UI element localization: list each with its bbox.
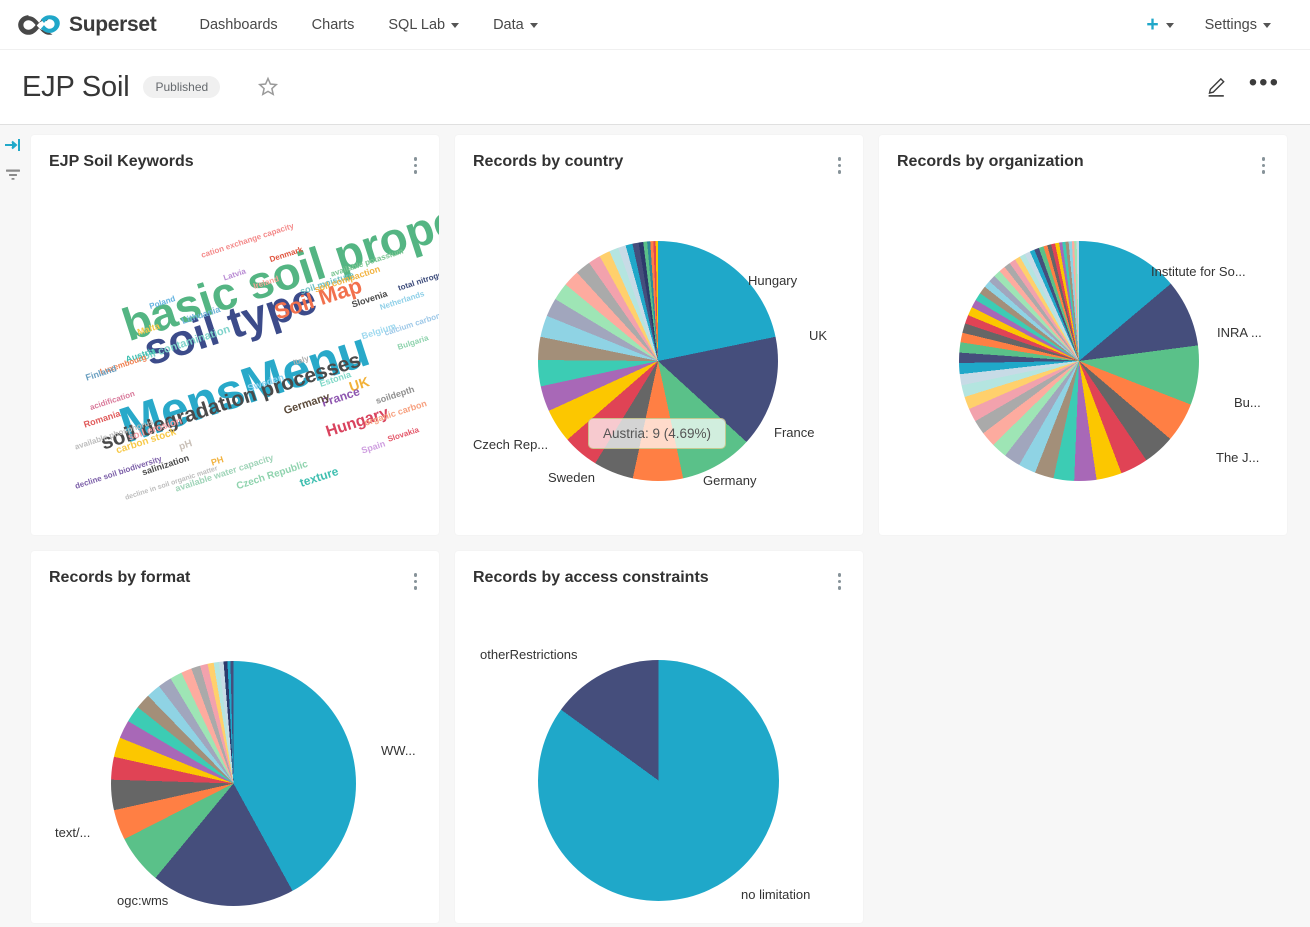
more-vertical-icon[interactable] bbox=[412, 153, 420, 178]
pie-circle[interactable] bbox=[538, 659, 779, 901]
pie-label-uk: UK bbox=[809, 327, 828, 343]
pie-label-hungary: Hungary bbox=[748, 272, 798, 288]
wordcloud-word[interactable]: Bulgaria bbox=[396, 333, 429, 351]
chart-card-format[interactable]: Records by format WW... ogc:wms text/... bbox=[31, 551, 439, 923]
chart-body-keywords: basic soil properties soil type MensMenu so… bbox=[31, 178, 439, 534]
wordcloud-word[interactable]: PH bbox=[210, 454, 225, 467]
nav-link-settings-label: Settings bbox=[1204, 16, 1257, 33]
pie-label-text: text/... bbox=[55, 824, 91, 840]
pie-label-no-limitation: no limitation bbox=[741, 886, 811, 902]
pie-label-bu: Bu... bbox=[1234, 394, 1261, 410]
dashboard-header: EJP Soil Published ••• bbox=[0, 50, 1310, 125]
chart-body-access: otherRestrictions no limitation bbox=[455, 594, 863, 922]
chevron-down-icon bbox=[1263, 23, 1271, 28]
filter-funnel-icon[interactable] bbox=[4, 167, 22, 183]
pie-visualization-country[interactable]: Hungary UK France Germany Sweden Czech R… bbox=[455, 178, 863, 534]
pie-label-france: France bbox=[774, 424, 815, 440]
top-navbar: Superset Dashboards Charts SQL Lab Data … bbox=[0, 0, 1310, 50]
wordcloud-word[interactable]: Spain bbox=[360, 438, 386, 455]
pie-visualization-format[interactable]: WW... ogc:wms text/... bbox=[31, 594, 439, 922]
card-header: Records by organization bbox=[879, 135, 1287, 178]
wordcloud-word[interactable]: Slovakia bbox=[386, 425, 420, 444]
pencil-edit-icon[interactable] bbox=[1203, 74, 1229, 100]
pie-label-ogc-wms: ogc:wms bbox=[117, 892, 169, 908]
chart-title-keywords: EJP Soil Keywords bbox=[49, 153, 194, 170]
chart-card-access[interactable]: Records by access constraints otherRestr… bbox=[455, 551, 863, 923]
plus-icon: + bbox=[1146, 12, 1159, 36]
pie-label-the-j: The J... bbox=[1216, 449, 1260, 465]
navbar-right-group: + Settings bbox=[1136, 11, 1294, 39]
more-horizontal-icon[interactable]: ••• bbox=[1249, 71, 1280, 96]
chart-grid: EJP Soil Keywords basic soil properties s… bbox=[26, 125, 1310, 927]
chart-body-country: Hungary UK France Germany Sweden Czech R… bbox=[455, 178, 863, 534]
chevron-down-icon bbox=[1165, 23, 1174, 28]
nav-link-settings[interactable]: Settings bbox=[1188, 11, 1288, 39]
favorite-star-icon[interactable] bbox=[256, 75, 280, 99]
wordcloud-word[interactable]: Belgium bbox=[360, 320, 397, 340]
card-header: Records by access constraints bbox=[455, 551, 863, 594]
pie-label-inra: INRA ... bbox=[1217, 324, 1262, 340]
brand-name: Superset bbox=[69, 12, 157, 36]
nav-link-sql-lab[interactable]: SQL Lab bbox=[371, 11, 476, 39]
nav-links: Dashboards Charts SQL Lab Data bbox=[182, 11, 554, 39]
superset-brand[interactable]: Superset bbox=[16, 12, 157, 38]
pie-label-czech-republic: Czech Rep... bbox=[473, 436, 549, 452]
chevron-down-icon bbox=[529, 23, 538, 28]
nav-link-data[interactable]: Data bbox=[476, 11, 555, 39]
chevron-down-icon bbox=[451, 23, 460, 28]
page-title: EJP Soil bbox=[22, 70, 130, 103]
chart-title-access: Records by access constraints bbox=[473, 569, 709, 586]
card-header: EJP Soil Keywords bbox=[31, 135, 439, 178]
nav-link-sql-lab-label: SQL Lab bbox=[388, 16, 446, 33]
left-rail bbox=[0, 125, 26, 927]
nav-link-data-label: Data bbox=[493, 16, 524, 33]
nav-link-dashboards-label: Dashboards bbox=[199, 16, 278, 33]
expand-panel-icon[interactable] bbox=[4, 137, 22, 153]
nav-link-dashboards[interactable]: Dashboards bbox=[182, 11, 294, 39]
pie-label-other-restrictions: otherRestrictions bbox=[480, 646, 578, 662]
chart-body-organization: Institute for So... INRA ... Bu... The J… bbox=[879, 178, 1287, 534]
pie-label-institute: Institute for So... bbox=[1151, 263, 1246, 279]
dashboard-header-actions: ••• bbox=[1203, 71, 1288, 100]
more-vertical-icon[interactable] bbox=[1260, 153, 1268, 178]
chart-card-keywords[interactable]: EJP Soil Keywords basic soil properties s… bbox=[31, 135, 439, 535]
chart-title-country: Records by country bbox=[473, 153, 624, 170]
card-header: Records by format bbox=[31, 551, 439, 594]
nav-link-charts[interactable]: Charts bbox=[295, 11, 372, 39]
wordcloud-visualization[interactable]: basic soil properties soil type MensMenu so… bbox=[31, 178, 439, 534]
chart-card-organization[interactable]: Records by organization Institute for So… bbox=[879, 135, 1287, 535]
new-item-button[interactable]: + bbox=[1136, 12, 1183, 38]
pie-visualization-access[interactable]: otherRestrictions no limitation bbox=[455, 594, 863, 922]
dashboard-body: EJP Soil Keywords basic soil properties s… bbox=[0, 125, 1310, 927]
superset-infinity-logo bbox=[18, 14, 60, 35]
pie-label-germany: Germany bbox=[703, 472, 757, 488]
more-vertical-icon[interactable] bbox=[412, 569, 420, 594]
chart-body-format: WW... ogc:wms text/... bbox=[31, 594, 439, 922]
pie-label-ww: WW... bbox=[381, 742, 416, 758]
pie-circle[interactable] bbox=[111, 660, 356, 906]
chart-title-organization: Records by organization bbox=[897, 153, 1084, 170]
pie-circle[interactable] bbox=[538, 240, 778, 481]
wordcloud-word[interactable]: total nitrogen bbox=[397, 268, 439, 292]
pie-label-sweden: Sweden bbox=[548, 469, 595, 485]
more-vertical-icon[interactable] bbox=[836, 153, 844, 178]
nav-link-charts-label: Charts bbox=[311, 16, 355, 33]
more-vertical-icon[interactable] bbox=[836, 569, 844, 594]
pie-visualization-organization[interactable]: Institute for So... INRA ... Bu... The J… bbox=[879, 178, 1287, 534]
chart-title-format: Records by format bbox=[49, 569, 191, 586]
card-header: Records by country bbox=[455, 135, 863, 178]
status-badge[interactable]: Published bbox=[143, 76, 221, 98]
wordcloud-word[interactable]: pH bbox=[178, 438, 194, 453]
chart-card-country[interactable]: Records by country Hungary UK France Ger… bbox=[455, 135, 863, 535]
